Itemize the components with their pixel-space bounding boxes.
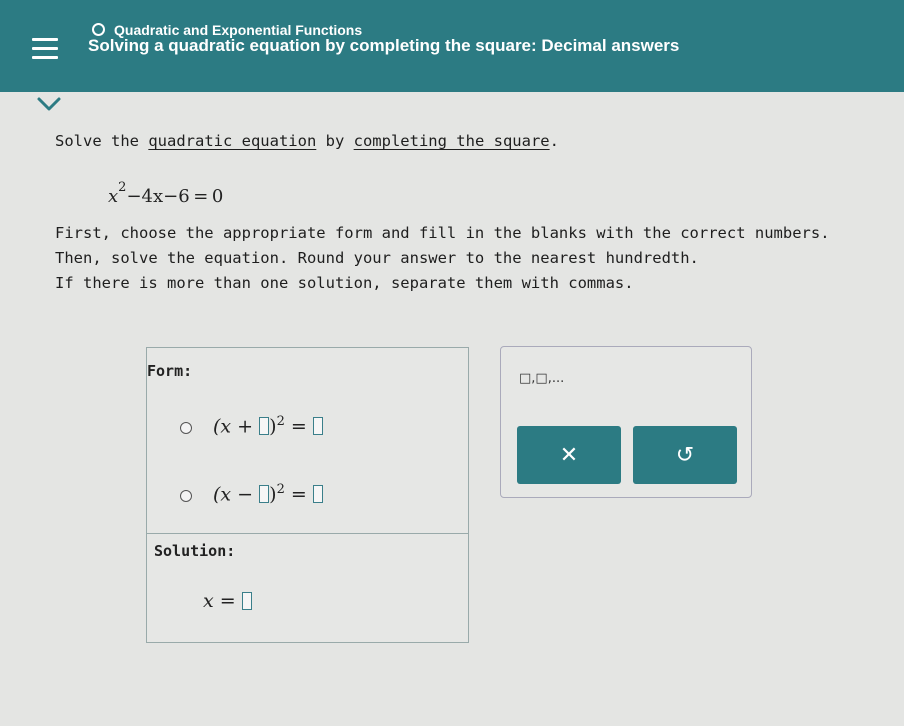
form-minus-equals: = bbox=[290, 483, 307, 506]
form-minus-rhs-blank[interactable] bbox=[312, 485, 323, 504]
chevron-down-icon[interactable] bbox=[36, 96, 62, 112]
header-bar: Quadratic and Exponential Functions Solv… bbox=[0, 0, 904, 92]
close-icon: ✕ bbox=[559, 442, 579, 468]
solution-expression: x = bbox=[203, 590, 252, 612]
completing-the-square-link[interactable]: completing the square bbox=[354, 132, 550, 150]
form-plus-equals: = bbox=[290, 415, 307, 438]
intro-text-1: Solve the bbox=[55, 132, 149, 150]
problem-equation: x2−4x−6 = 0 bbox=[108, 180, 224, 207]
panel-divider bbox=[147, 533, 468, 534]
form-label: Form: bbox=[147, 362, 193, 380]
solution-lhs: x = bbox=[203, 590, 236, 612]
instruction-line-1: First, choose the appropriate form and f… bbox=[55, 224, 830, 242]
form-minus-radio[interactable] bbox=[180, 490, 192, 502]
form-plus-rhs-blank[interactable] bbox=[312, 417, 323, 436]
form-plus-open: (x + bbox=[213, 415, 254, 438]
solution-label: Solution: bbox=[154, 542, 236, 560]
intro-text-3: . bbox=[549, 132, 559, 150]
form-plus-exponent: 2 bbox=[276, 414, 285, 429]
clear-button[interactable]: ✕ bbox=[517, 426, 621, 484]
undo-icon: ↺ bbox=[675, 442, 695, 468]
undo-button[interactable]: ↺ bbox=[633, 426, 737, 484]
form-plus-expression: (x + )2 = bbox=[213, 414, 323, 437]
topic-progress-icon bbox=[92, 23, 105, 36]
intro-text-2: by bbox=[316, 132, 354, 150]
menu-icon[interactable] bbox=[32, 38, 58, 60]
instruction-line-2: Then, solve the equation. Round your ans… bbox=[55, 249, 699, 267]
form-minus-exponent: 2 bbox=[276, 482, 285, 497]
form-plus-close: ) bbox=[269, 415, 277, 438]
form-plus-radio[interactable] bbox=[180, 422, 192, 434]
lesson-title: Solving a quadratic equation by completi… bbox=[88, 36, 680, 55]
quadratic-equation-link[interactable]: quadratic equation bbox=[148, 132, 316, 150]
form-plus-inner-blank[interactable] bbox=[259, 417, 270, 436]
problem-intro: Solve the quadratic equation by completi… bbox=[55, 132, 559, 150]
form-minus-close: ) bbox=[269, 483, 277, 506]
equation-variable: x bbox=[108, 186, 119, 207]
list-separator-key[interactable]: □,□,... bbox=[519, 371, 564, 386]
equation-rest: −4x−6 = 0 bbox=[126, 186, 224, 207]
form-minus-inner-blank[interactable] bbox=[259, 485, 270, 504]
answer-panel: Form: (x + )2 = (x − )2 = Solution: x = bbox=[146, 347, 469, 643]
equation-exponent: 2 bbox=[118, 180, 127, 195]
instruction-line-3: If there is more than one solution, sepa… bbox=[55, 274, 634, 292]
tool-panel: □,□,... ✕ ↺ bbox=[500, 346, 752, 498]
form-minus-open: (x − bbox=[213, 483, 254, 506]
solution-blank[interactable] bbox=[241, 592, 252, 610]
form-minus-expression: (x − )2 = bbox=[213, 482, 323, 505]
